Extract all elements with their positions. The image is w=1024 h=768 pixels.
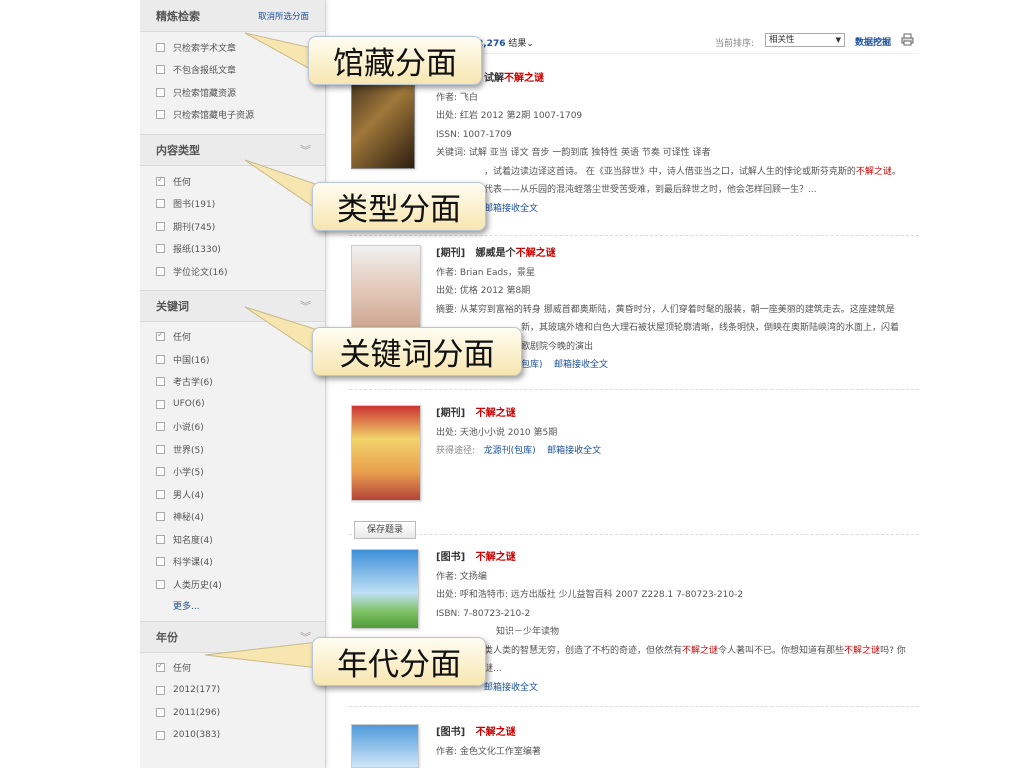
callout-holdings-facet: 馆藏分面 [308, 36, 482, 85]
callout-pointer-type [244, 159, 319, 211]
callout-year-facet: 年代分面 [312, 637, 486, 686]
callout-keyword-facet: 关键词分面 [312, 327, 522, 376]
callout-pointers [204, 32, 319, 669]
callout-pointer-holdings [244, 32, 313, 71]
callout-pointer-year [204, 641, 319, 669]
callout-pointer-keyword [244, 306, 319, 357]
callout-type-facet: 类型分面 [312, 182, 486, 231]
